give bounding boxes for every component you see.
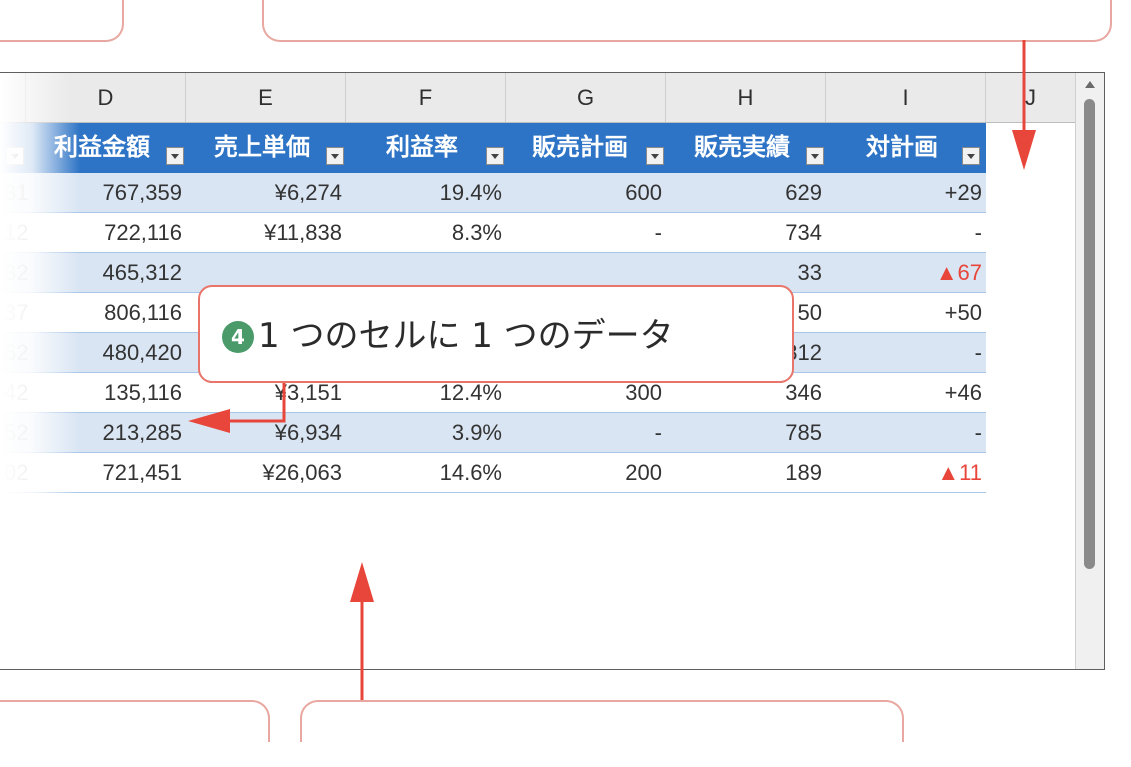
column-header-h[interactable]: H	[666, 73, 826, 122]
callout-text: 1 つのセルに 1 つのデータ	[258, 316, 674, 356]
cell-c[interactable]: 31	[4, 173, 34, 213]
table-cell[interactable]: +50	[832, 293, 982, 333]
table-cell[interactable]: 200	[512, 453, 662, 493]
cell-c[interactable]: 42	[4, 373, 34, 413]
vertical-scrollbar[interactable]	[1075, 73, 1104, 669]
table-cell[interactable]: 14.6%	[352, 453, 502, 493]
table-cell[interactable]: -	[832, 413, 982, 453]
table-cell[interactable]: +46	[832, 373, 982, 413]
header-sales-actual: 販売実績	[694, 133, 790, 161]
column-header-c[interactable]	[0, 73, 26, 122]
table-cell[interactable]: 600	[512, 173, 662, 213]
table-cell[interactable]: 135,116	[32, 373, 182, 413]
filter-dropdown-g[interactable]	[646, 147, 664, 165]
table-cell[interactable]: -	[512, 213, 662, 253]
header-unit-price: 売上単価	[214, 133, 310, 161]
scroll-up-arrow-icon[interactable]	[1085, 81, 1095, 88]
annotation-bracket-bottom-left	[0, 700, 270, 742]
table-cell[interactable]: 465,312	[32, 253, 182, 293]
table-cell[interactable]: 721,451	[32, 453, 182, 493]
scrollbar-thumb[interactable]	[1084, 99, 1095, 569]
table-cell[interactable]: ▲11	[832, 453, 982, 493]
table-cell[interactable]: ¥11,838	[192, 213, 342, 253]
filter-dropdown-e[interactable]	[326, 147, 344, 165]
cell-c[interactable]: 62	[4, 333, 34, 373]
column-header-d[interactable]: D	[26, 73, 186, 122]
header-vs-plan: 対計画	[866, 133, 938, 161]
cell-c[interactable]: 52	[4, 413, 34, 453]
filter-dropdown-f[interactable]	[486, 147, 504, 165]
table-cell[interactable]: ¥6,274	[192, 173, 342, 213]
table-cell[interactable]: -	[512, 413, 662, 453]
filter-dropdown-i[interactable]	[962, 147, 980, 165]
column-header-g[interactable]: G	[506, 73, 666, 122]
table-cell[interactable]: 806,116	[32, 293, 182, 333]
filter-dropdown-c[interactable]	[6, 147, 24, 165]
table-cell[interactable]: 8.3%	[352, 213, 502, 253]
cell-c[interactable]: 12	[4, 213, 34, 253]
callout-note: 4 1 つのセルに 1 つのデータ	[198, 285, 794, 383]
filter-dropdown-d[interactable]	[166, 147, 184, 165]
cell-c[interactable]: 32	[4, 253, 34, 293]
annotation-bracket-top-right	[262, 0, 1112, 42]
table-cell[interactable]: 734	[672, 213, 822, 253]
table-row[interactable]: 31 767,359 ¥6,274 19.4% 600 629 +29	[0, 173, 986, 213]
table-cell[interactable]: 213,285	[32, 413, 182, 453]
column-header-bar: D E F G H I J	[0, 73, 1075, 123]
table-cell[interactable]: +29	[832, 173, 982, 213]
filter-dropdown-h[interactable]	[806, 147, 824, 165]
column-header-f[interactable]: F	[346, 73, 506, 122]
table-cell[interactable]: ¥26,063	[192, 453, 342, 493]
header-profit-amount: 利益金額	[54, 133, 150, 161]
step-number-badge: 4	[222, 321, 254, 353]
column-header-e[interactable]: E	[186, 73, 346, 122]
table-row[interactable]: 52 213,285 ¥6,934 3.9% -785-	[0, 413, 986, 453]
table-cell[interactable]: 767,359	[32, 173, 182, 213]
table-cell[interactable]: -	[832, 213, 982, 253]
table-cell[interactable]: 3.9%	[352, 413, 502, 453]
table-cell[interactable]: 629	[672, 173, 822, 213]
table-cell[interactable]: 785	[672, 413, 822, 453]
annotation-bracket-top-left	[0, 0, 124, 42]
header-sales-plan: 販売計画	[532, 133, 628, 161]
cell-c[interactable]: 02	[4, 453, 34, 493]
table-cell[interactable]: 722,116	[32, 213, 182, 253]
table-cell[interactable]: 19.4%	[352, 173, 502, 213]
header-profit-rate: 利益率	[386, 133, 458, 161]
table-cell[interactable]: 189	[672, 453, 822, 493]
table-cell[interactable]: ¥6,934	[192, 413, 342, 453]
table-cell[interactable]: ▲67	[832, 253, 982, 293]
column-header-j[interactable]: J	[986, 73, 1075, 122]
table-row[interactable]: 02 721,451 ¥26,063 14.6% 200 189 ▲11	[0, 453, 986, 493]
annotation-bracket-bottom-right	[300, 700, 904, 742]
table-cell[interactable]: -	[832, 333, 982, 373]
table-cell[interactable]: 480,420	[32, 333, 182, 373]
table-header-row: 利益金額 売上単価 利益率 販売計画 販売実績 対計画	[0, 123, 986, 173]
cell-c[interactable]: 37	[4, 293, 34, 333]
column-header-i[interactable]: I	[826, 73, 986, 122]
table-row[interactable]: 12 722,116 ¥11,838 8.3% -734-	[0, 213, 986, 253]
